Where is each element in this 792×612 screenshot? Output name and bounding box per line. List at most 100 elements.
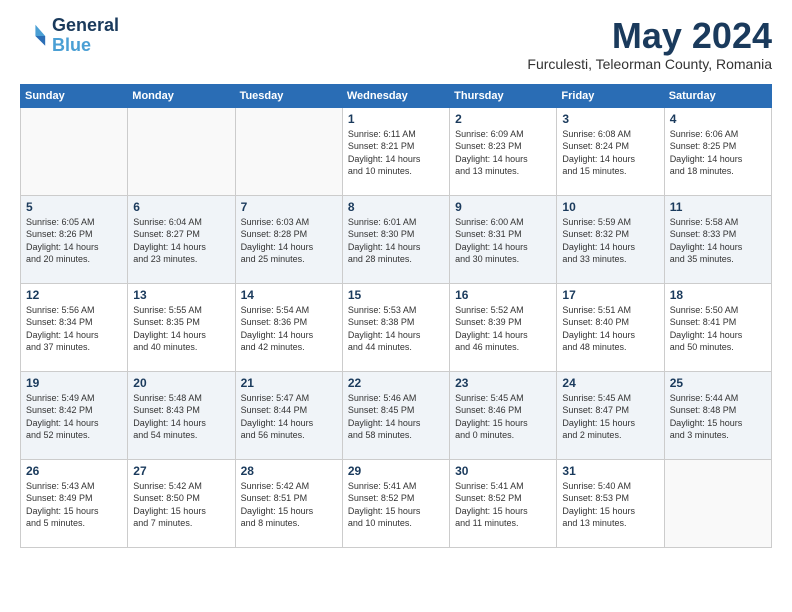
day-of-week-header: Monday	[128, 84, 235, 107]
day-number: 3	[562, 112, 658, 126]
calendar-cell: 26 Sunrise: 5:43 AM Sunset: 8:49 PM Dayli…	[21, 459, 128, 547]
calendar-cell: 11 Sunrise: 5:58 AM Sunset: 8:33 PM Dayli…	[664, 195, 771, 283]
day-info: Sunrise: 5:45 AM Sunset: 8:46 PM Dayligh…	[455, 392, 551, 442]
day-number: 20	[133, 376, 229, 390]
calendar-week-row: 26 Sunrise: 5:43 AM Sunset: 8:49 PM Dayli…	[21, 459, 772, 547]
calendar-cell: 23 Sunrise: 5:45 AM Sunset: 8:46 PM Dayli…	[450, 371, 557, 459]
day-number: 2	[455, 112, 551, 126]
day-number: 29	[348, 464, 444, 478]
calendar-cell: 28 Sunrise: 5:42 AM Sunset: 8:51 PM Dayli…	[235, 459, 342, 547]
calendar-cell: 10 Sunrise: 5:59 AM Sunset: 8:32 PM Dayli…	[557, 195, 664, 283]
calendar-cell: 27 Sunrise: 5:42 AM Sunset: 8:50 PM Dayli…	[128, 459, 235, 547]
calendar-cell: 7 Sunrise: 6:03 AM Sunset: 8:28 PM Daylig…	[235, 195, 342, 283]
day-of-week-header: Thursday	[450, 84, 557, 107]
day-info: Sunrise: 6:04 AM Sunset: 8:27 PM Dayligh…	[133, 216, 229, 266]
day-info: Sunrise: 5:42 AM Sunset: 8:50 PM Dayligh…	[133, 480, 229, 530]
day-number: 23	[455, 376, 551, 390]
calendar-cell: 15Sunrise: 5:53 AM Sunset: 8:38 PM Dayli…	[342, 283, 449, 371]
day-number: 27	[133, 464, 229, 478]
calendar-cell: 4 Sunrise: 6:06 AM Sunset: 8:25 PM Daylig…	[664, 107, 771, 195]
day-info: Sunrise: 5:42 AM Sunset: 8:51 PM Dayligh…	[241, 480, 337, 530]
calendar-cell: 30Sunrise: 5:41 AM Sunset: 8:52 PM Dayli…	[450, 459, 557, 547]
day-info: Sunrise: 5:54 AM Sunset: 8:36 PM Dayligh…	[241, 304, 337, 354]
day-info: Sunrise: 5:41 AM Sunset: 8:52 PM Dayligh…	[455, 480, 551, 530]
day-info: Sunrise: 5:45 AM Sunset: 8:47 PM Dayligh…	[562, 392, 658, 442]
month-title: May 2024	[527, 16, 772, 56]
calendar-cell: 6 Sunrise: 6:04 AM Sunset: 8:27 PM Daylig…	[128, 195, 235, 283]
day-info: Sunrise: 5:56 AM Sunset: 8:34 PM Dayligh…	[26, 304, 122, 354]
calendar-cell: 25 Sunrise: 5:44 AM Sunset: 8:48 PM Dayli…	[664, 371, 771, 459]
day-info: Sunrise: 5:43 AM Sunset: 8:49 PM Dayligh…	[26, 480, 122, 530]
title-block: May 2024 Furculesti, Teleorman County, R…	[527, 16, 772, 72]
calendar-cell	[664, 459, 771, 547]
day-info: Sunrise: 5:41 AM Sunset: 8:52 PM Dayligh…	[348, 480, 444, 530]
day-number: 18	[670, 288, 766, 302]
day-info: Sunrise: 6:06 AM Sunset: 8:25 PM Dayligh…	[670, 128, 766, 178]
calendar-cell: 20 Sunrise: 5:48 AM Sunset: 8:43 PM Dayli…	[128, 371, 235, 459]
calendar-cell: 1 Sunrise: 6:11 AM Sunset: 8:21 PM Daylig…	[342, 107, 449, 195]
calendar-cell: 8Sunrise: 6:01 AM Sunset: 8:30 PM Daylig…	[342, 195, 449, 283]
day-info: Sunrise: 6:08 AM Sunset: 8:24 PM Dayligh…	[562, 128, 658, 178]
calendar-week-row: 19Sunrise: 5:49 AM Sunset: 8:42 PM Dayli…	[21, 371, 772, 459]
day-number: 16	[455, 288, 551, 302]
day-number: 28	[241, 464, 337, 478]
day-info: Sunrise: 5:59 AM Sunset: 8:32 PM Dayligh…	[562, 216, 658, 266]
calendar-cell: 19Sunrise: 5:49 AM Sunset: 8:42 PM Dayli…	[21, 371, 128, 459]
day-info: Sunrise: 5:58 AM Sunset: 8:33 PM Dayligh…	[670, 216, 766, 266]
calendar-cell	[21, 107, 128, 195]
day-number: 26	[26, 464, 122, 478]
calendar-body: 1 Sunrise: 6:11 AM Sunset: 8:21 PM Daylig…	[21, 107, 772, 547]
day-number: 9	[455, 200, 551, 214]
logo-icon	[20, 22, 48, 50]
calendar-cell: 31 Sunrise: 5:40 AM Sunset: 8:53 PM Dayli…	[557, 459, 664, 547]
calendar-cell	[235, 107, 342, 195]
day-info: Sunrise: 6:01 AM Sunset: 8:30 PM Dayligh…	[348, 216, 444, 266]
calendar-cell: 21Sunrise: 5:47 AM Sunset: 8:44 PM Dayli…	[235, 371, 342, 459]
day-info: Sunrise: 5:52 AM Sunset: 8:39 PM Dayligh…	[455, 304, 551, 354]
calendar-table: SundayMondayTuesdayWednesdayThursdayFrid…	[20, 84, 772, 548]
day-info: Sunrise: 5:46 AM Sunset: 8:45 PM Dayligh…	[348, 392, 444, 442]
day-number: 22	[348, 376, 444, 390]
day-of-week-header: Sunday	[21, 84, 128, 107]
day-number: 13	[133, 288, 229, 302]
day-number: 7	[241, 200, 337, 214]
day-number: 17	[562, 288, 658, 302]
logo-text: General Blue	[52, 16, 119, 56]
day-number: 31	[562, 464, 658, 478]
calendar-cell: 22 Sunrise: 5:46 AM Sunset: 8:45 PM Dayli…	[342, 371, 449, 459]
day-info: Sunrise: 5:40 AM Sunset: 8:53 PM Dayligh…	[562, 480, 658, 530]
day-info: Sunrise: 6:09 AM Sunset: 8:23 PM Dayligh…	[455, 128, 551, 178]
day-number: 25	[670, 376, 766, 390]
day-number: 10	[562, 200, 658, 214]
day-number: 21	[241, 376, 337, 390]
day-of-week-header: Wednesday	[342, 84, 449, 107]
calendar-week-row: 12 Sunrise: 5:56 AM Sunset: 8:34 PM Dayli…	[21, 283, 772, 371]
day-number: 4	[670, 112, 766, 126]
calendar-cell: 29 Sunrise: 5:41 AM Sunset: 8:52 PM Dayli…	[342, 459, 449, 547]
calendar-cell: 17Sunrise: 5:51 AM Sunset: 8:40 PM Dayli…	[557, 283, 664, 371]
day-info: Sunrise: 5:53 AM Sunset: 8:38 PM Dayligh…	[348, 304, 444, 354]
day-of-week-header: Friday	[557, 84, 664, 107]
day-info: Sunrise: 6:03 AM Sunset: 8:28 PM Dayligh…	[241, 216, 337, 266]
day-number: 11	[670, 200, 766, 214]
day-number: 12	[26, 288, 122, 302]
day-of-week-header: Tuesday	[235, 84, 342, 107]
calendar-cell: 9Sunrise: 6:00 AM Sunset: 8:31 PM Daylig…	[450, 195, 557, 283]
calendar-header: SundayMondayTuesdayWednesdayThursdayFrid…	[21, 84, 772, 107]
calendar-cell: 5 Sunrise: 6:05 AM Sunset: 8:26 PM Daylig…	[21, 195, 128, 283]
calendar-cell: 18Sunrise: 5:50 AM Sunset: 8:41 PM Dayli…	[664, 283, 771, 371]
calendar-cell: 24 Sunrise: 5:45 AM Sunset: 8:47 PM Dayli…	[557, 371, 664, 459]
day-info: Sunrise: 5:48 AM Sunset: 8:43 PM Dayligh…	[133, 392, 229, 442]
day-info: Sunrise: 6:05 AM Sunset: 8:26 PM Dayligh…	[26, 216, 122, 266]
day-number: 5	[26, 200, 122, 214]
day-info: Sunrise: 5:44 AM Sunset: 8:48 PM Dayligh…	[670, 392, 766, 442]
day-info: Sunrise: 6:11 AM Sunset: 8:21 PM Dayligh…	[348, 128, 444, 178]
day-number: 24	[562, 376, 658, 390]
day-info: Sunrise: 5:49 AM Sunset: 8:42 PM Dayligh…	[26, 392, 122, 442]
calendar-cell	[128, 107, 235, 195]
day-number: 6	[133, 200, 229, 214]
day-number: 14	[241, 288, 337, 302]
calendar-week-row: 5 Sunrise: 6:05 AM Sunset: 8:26 PM Daylig…	[21, 195, 772, 283]
day-info: Sunrise: 5:55 AM Sunset: 8:35 PM Dayligh…	[133, 304, 229, 354]
day-number: 1	[348, 112, 444, 126]
